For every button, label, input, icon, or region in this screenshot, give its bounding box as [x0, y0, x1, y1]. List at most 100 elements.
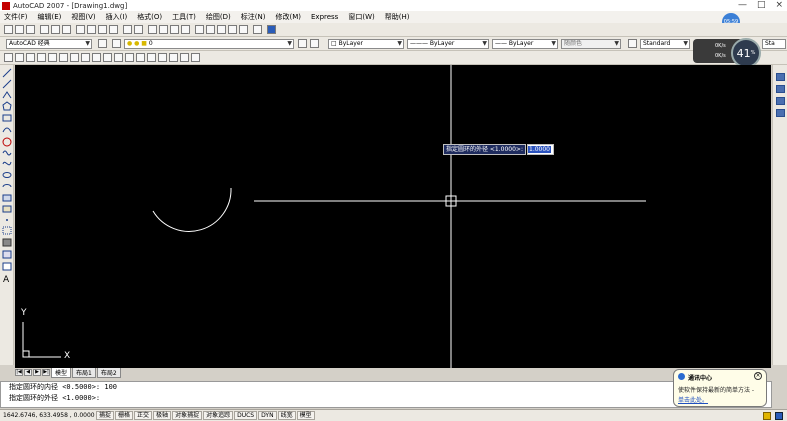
tab-layout2[interactable]: 布局2: [96, 367, 121, 378]
menu-format[interactable]: 格式(O): [137, 12, 162, 22]
cut-icon[interactable]: [76, 25, 85, 34]
menu-dimension[interactable]: 标注(N): [241, 12, 266, 22]
layer-manager-icon[interactable]: [112, 39, 121, 48]
zoom-realtime-icon[interactable]: [159, 25, 168, 34]
array-icon[interactable]: [59, 53, 68, 62]
print-preview-icon[interactable]: [51, 25, 60, 34]
properties-icon[interactable]: [195, 25, 204, 34]
tool-palettes-icon[interactable]: [217, 25, 226, 34]
menu-modify[interactable]: 修改(M): [275, 12, 301, 22]
line-icon[interactable]: [2, 68, 12, 78]
tab-model[interactable]: 模型: [51, 367, 72, 378]
menu-file[interactable]: 文件(F): [4, 12, 28, 22]
paste-icon[interactable]: [98, 25, 107, 34]
menu-express[interactable]: Express: [311, 13, 338, 21]
send-to-back-icon[interactable]: [776, 85, 785, 93]
maximize-button[interactable]: □: [757, 0, 766, 10]
snap-toggle[interactable]: 捕捉: [96, 411, 115, 420]
make-object-layer-current-icon[interactable]: [298, 39, 307, 48]
join-icon[interactable]: [147, 53, 156, 62]
fillet-icon[interactable]: [169, 53, 178, 62]
match-properties-icon[interactable]: [109, 25, 118, 34]
lineweight-toggle[interactable]: 线宽: [277, 411, 296, 420]
text-style-icon[interactable]: [628, 39, 637, 48]
drawing-canvas[interactable]: Y X: [15, 65, 771, 368]
lineweight-dropdown[interactable]: —— ByLayer ▼: [492, 39, 558, 49]
revcloud-icon[interactable]: [2, 150, 12, 156]
circle-icon[interactable]: [2, 137, 12, 147]
command-window[interactable]: 指定圆环的内径 <0.5000>: 100 指定圆环的外径 <1.0000>:: [0, 381, 772, 408]
color-dropdown[interactable]: □ ByLayer ▼: [328, 39, 404, 49]
quickcalc-icon[interactable]: [253, 25, 262, 34]
bring-to-front-icon[interactable]: [776, 73, 785, 81]
open-file-icon[interactable]: [15, 25, 24, 34]
table-icon[interactable]: [2, 262, 12, 271]
send-under-icon[interactable]: [776, 109, 785, 117]
polyline-icon[interactable]: [2, 91, 12, 99]
plotstyle-dropdown[interactable]: 随颜色 ▼: [561, 39, 621, 49]
osnap-toggle[interactable]: 对象捕捉: [172, 411, 203, 420]
bring-above-icon[interactable]: [776, 97, 785, 105]
make-block-icon[interactable]: [2, 205, 12, 213]
markup-icon[interactable]: [239, 25, 248, 34]
gradient-icon[interactable]: [2, 238, 12, 247]
command-prompt-line[interactable]: 指定圆环的外径 <1.0000>:: [1, 393, 771, 404]
clean-screen-icon[interactable]: [775, 411, 783, 420]
menu-insert[interactable]: 插入(I): [106, 12, 128, 22]
table-style-dropdown[interactable]: Sta: [762, 39, 786, 49]
last-tab-icon[interactable]: ▶|: [42, 369, 50, 376]
layer-dropdown[interactable]: ● ● ■ 0 ▼: [124, 39, 294, 49]
polar-toggle[interactable]: 极轴: [153, 411, 172, 420]
erase-icon[interactable]: [15, 53, 24, 62]
spline-icon[interactable]: [2, 161, 12, 166]
zoom-previous-icon[interactable]: [181, 25, 190, 34]
ortho-toggle[interactable]: 正交: [134, 411, 153, 420]
redo-icon[interactable]: [134, 25, 143, 34]
insert-block-icon[interactable]: [2, 194, 12, 202]
tab-layout1[interactable]: 布局1: [72, 367, 96, 378]
hatch-icon[interactable]: [2, 226, 12, 235]
design-center-icon[interactable]: [206, 25, 215, 34]
workspace-dropdown[interactable]: AutoCAD 经典 ▼: [6, 39, 92, 49]
fillet-arc-icon[interactable]: [180, 53, 189, 62]
linetype-dropdown[interactable]: ——— ByLayer ▼: [407, 39, 489, 49]
minimize-button[interactable]: —: [738, 0, 747, 10]
lock-icon[interactable]: [763, 411, 771, 420]
copy-icon[interactable]: [87, 25, 96, 34]
construction-line-icon[interactable]: [2, 79, 12, 89]
point-icon[interactable]: [6, 219, 8, 221]
model-toggle[interactable]: 模型: [296, 411, 315, 420]
workspace-settings-icon[interactable]: [98, 39, 107, 48]
save-icon[interactable]: [26, 25, 35, 34]
new-file-icon[interactable]: [4, 25, 13, 34]
stretch-icon[interactable]: [103, 53, 112, 62]
move-icon[interactable]: [70, 53, 79, 62]
menu-tools[interactable]: 工具(T): [172, 12, 196, 22]
menu-view[interactable]: 视图(V): [71, 12, 95, 22]
cursor-coordinates[interactable]: 1642.6746, 633.4958 , 0.0000: [0, 412, 96, 419]
polygon-icon[interactable]: [2, 101, 12, 111]
grid-toggle[interactable]: 栅格: [115, 411, 134, 420]
menu-window[interactable]: 窗口(W): [348, 12, 374, 22]
region-icon[interactable]: [2, 250, 12, 259]
prev-tab-icon[interactable]: ◀: [24, 369, 32, 376]
scale-icon[interactable]: [92, 53, 101, 62]
menu-draw[interactable]: 绘图(D): [206, 12, 231, 22]
first-tab-icon[interactable]: |◀: [15, 369, 23, 376]
close-icon[interactable]: ×: [754, 372, 762, 380]
ducs-toggle[interactable]: DUCS: [234, 411, 258, 420]
trim-icon[interactable]: [114, 53, 123, 62]
close-button[interactable]: ×: [775, 0, 783, 10]
ellipse-arc-icon[interactable]: [2, 184, 12, 188]
menu-help[interactable]: 帮助(H): [385, 12, 410, 22]
publish-icon[interactable]: [62, 25, 71, 34]
dyn-toggle[interactable]: DYN: [258, 411, 277, 420]
layer-previous-icon[interactable]: [310, 39, 319, 48]
offset-icon[interactable]: [48, 53, 57, 62]
dynamic-input-field[interactable]: 1.0000: [527, 144, 554, 155]
menu-edit[interactable]: 编辑(E): [38, 12, 62, 22]
next-tab-icon[interactable]: ▶: [33, 369, 41, 376]
pan-icon[interactable]: [148, 25, 157, 34]
copy-object-icon[interactable]: [26, 53, 35, 62]
multiline-text-icon[interactable]: A: [3, 275, 10, 285]
